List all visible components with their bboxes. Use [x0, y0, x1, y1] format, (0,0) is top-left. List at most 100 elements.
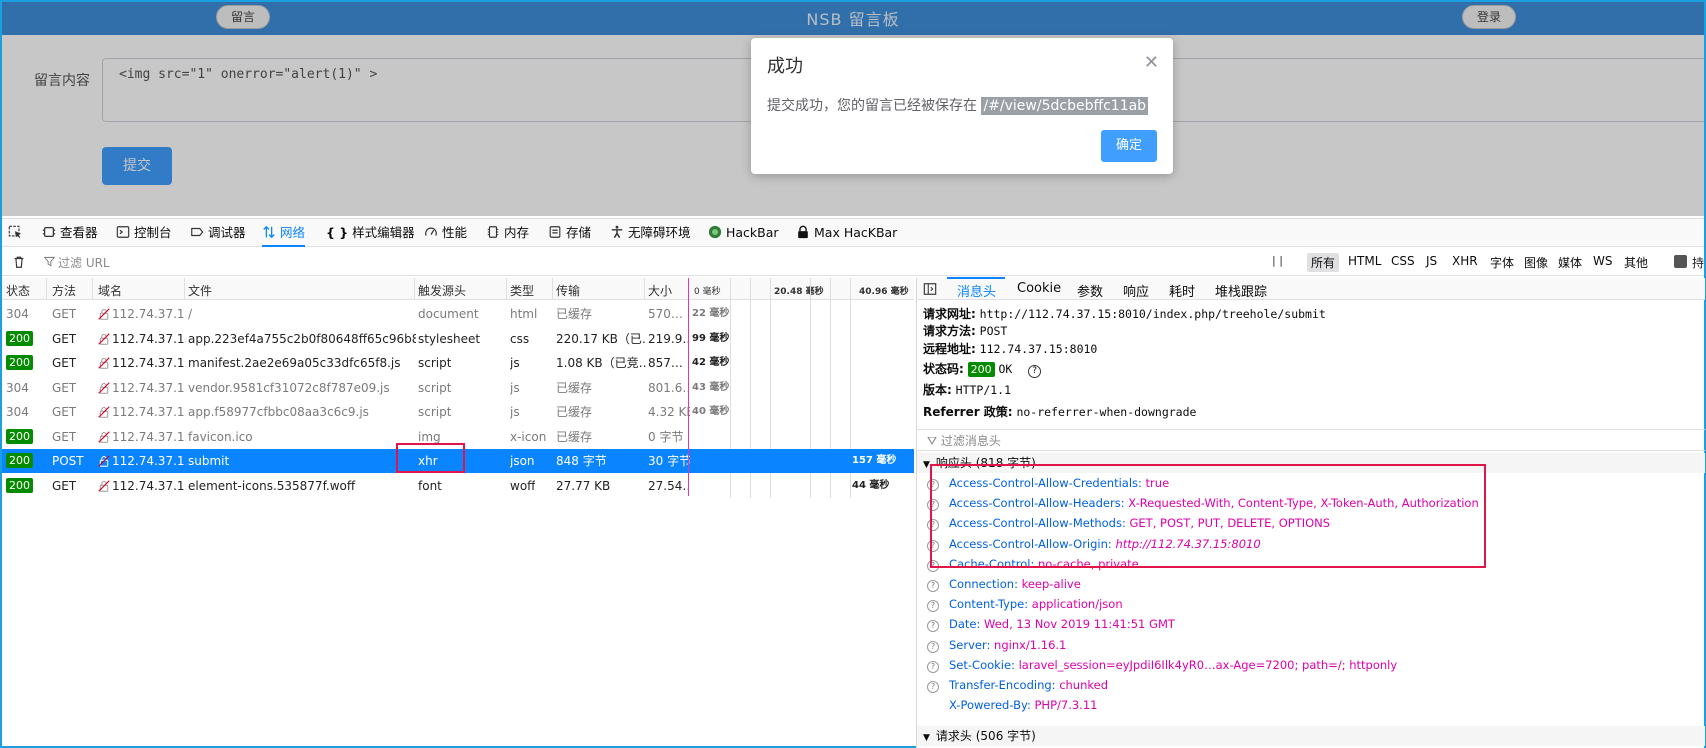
col-status[interactable]: 状态 — [6, 282, 30, 299]
tab-memory[interactable]: 内存 — [486, 219, 529, 247]
tab-performance[interactable]: 性能 — [424, 219, 467, 247]
tab-max-hackbar[interactable]: Max HacKBar — [796, 219, 897, 247]
help-icon[interactable]: ? — [927, 660, 939, 673]
request-cause: stylesheet — [418, 331, 481, 346]
pause-button[interactable]: | | — [1272, 254, 1283, 267]
status-code: 200 — [6, 355, 33, 370]
help-icon[interactable]: ? — [927, 681, 939, 693]
request-row[interactable]: 304 GET 112.74.37.1…app.f58977cfbbc08aa3c6… — [2, 400, 914, 424]
request-domain: 112.74.37.1… — [98, 351, 186, 375]
header-value: chunked — [1059, 678, 1109, 692]
col-size[interactable]: 大小 — [648, 282, 672, 299]
response-header-row[interactable]: X-Powered-By: PHP/7.3.11 — [927, 698, 1097, 712]
filter-html[interactable]: HTML — [1344, 253, 1385, 269]
filter-fonts[interactable]: 字体 — [1486, 253, 1518, 272]
tab-inspector[interactable]: 查看器 — [42, 219, 98, 247]
saved-link[interactable]: /#/view/5dcbebffc11ab — [981, 97, 1149, 115]
tab-debugger[interactable]: 调试器 — [190, 219, 246, 247]
response-header-row[interactable]: ? Date: Wed, 13 Nov 2019 11:41:51 GMT — [927, 617, 1175, 633]
response-header-row[interactable]: ? Content-Type: application/json — [927, 597, 1123, 613]
close-icon[interactable]: ✕ — [1144, 54, 1159, 72]
debugger-icon — [191, 227, 204, 237]
filter-media[interactable]: 媒体 — [1554, 253, 1586, 272]
headers-filter-input[interactable]: ⛛ 过滤消息头 — [917, 429, 1705, 451]
filter-xhr[interactable]: XHR — [1448, 253, 1482, 269]
request-size: 27.54… — [648, 478, 690, 493]
request-type: js — [510, 380, 520, 395]
persist-logs-checkbox[interactable] — [1674, 255, 1687, 268]
element-picker-icon[interactable] — [8, 219, 26, 247]
waterfall-tick-0: 0 毫秒 — [694, 287, 721, 297]
tab-response[interactable]: 响应 — [1123, 281, 1149, 300]
request-row[interactable]: 200 GET 112.74.37.1…app.223ef4a755c2b0f806… — [2, 327, 914, 351]
request-file: app.f58977cfbbc08aa3c6c9.js — [188, 405, 369, 419]
waterfall-dom-loaded-marker — [688, 278, 689, 496]
request-size: 570… — [648, 307, 683, 321]
help-icon[interactable]: ? — [927, 580, 939, 592]
trash-icon[interactable] — [12, 255, 26, 269]
status-code: 304 — [6, 380, 29, 395]
filter-images[interactable]: 图像 — [1520, 253, 1552, 272]
tab-storage[interactable]: 存储 — [548, 219, 591, 247]
tab-stack-trace[interactable]: 堆栈跟踪 — [1215, 281, 1267, 300]
header-key: Set-Cookie: — [949, 657, 1015, 672]
tab-hackbar[interactable]: HackBar — [708, 219, 779, 247]
waterfall-tick-2: 40.96 毫秒 — [859, 287, 909, 297]
filter-other[interactable]: 其他 — [1620, 253, 1652, 272]
col-transfer[interactable]: 传输 — [556, 282, 580, 299]
http-version: HTTP/1.1 — [955, 383, 1012, 397]
request-url[interactable]: http://112.74.37.15:8010/index.php/treeh… — [980, 307, 1326, 321]
response-header-row[interactable]: ? Transfer-Encoding: chunked — [927, 678, 1108, 693]
col-domain[interactable]: 域名 — [98, 282, 122, 299]
response-header-row[interactable]: ? Server: nginx/1.16.1 — [927, 638, 1066, 653]
tab-timings[interactable]: 耗时 — [1169, 281, 1195, 300]
filter-css[interactable]: CSS — [1387, 253, 1419, 269]
help-icon[interactable]: ? — [1028, 365, 1042, 378]
tab-network[interactable]: 网络 — [262, 219, 306, 247]
header-value: nginx/1.16.1 — [994, 637, 1067, 652]
request-transfer: 已缓存 — [556, 380, 593, 395]
request-method: POST — [52, 454, 84, 468]
insecure-lock-icon — [98, 308, 110, 320]
col-type[interactable]: 类型 — [510, 282, 534, 299]
tab-style-editor[interactable]: { } 样式编辑器 — [326, 219, 415, 247]
col-cause[interactable]: 触发源头 — [418, 282, 466, 299]
request-row[interactable]: 304 GET 112.74.37.1…vendor.9581cf31072c8f7… — [2, 376, 914, 400]
insecure-lock-icon — [98, 357, 110, 369]
request-timing: 157 毫秒 — [852, 455, 897, 466]
tab-headers[interactable]: 消息头 — [957, 281, 996, 300]
url-filter-input[interactable]: 过滤 URL — [58, 254, 110, 271]
request-row[interactable]: 304 GET 112.74.37.1…/ document html 已缓存 570… 22… — [2, 302, 914, 326]
request-file: / — [188, 307, 193, 321]
col-method[interactable]: 方法 — [52, 282, 76, 299]
confirm-button[interactable]: 确定 — [1101, 130, 1157, 162]
request-size: 4.32 KB — [648, 405, 690, 419]
help-icon[interactable]: ? — [927, 640, 939, 653]
request-domain: 112.74.37.1… — [98, 327, 186, 351]
request-method: GET — [52, 478, 77, 493]
toggle-panel-icon[interactable] — [923, 282, 937, 296]
tab-params[interactable]: 参数 — [1077, 281, 1103, 300]
tab-console[interactable]: 控制台 — [116, 219, 172, 247]
col-divider — [414, 278, 415, 300]
app-page: 留言 NSB 留言板 登录 留言内容 <img src="1" onerror=… — [2, 2, 1704, 216]
request-headers-section[interactable]: ▼ 请求头 (506 字节) — [917, 726, 1705, 746]
status-code: 200 — [6, 453, 33, 468]
help-icon[interactable]: ? — [927, 600, 939, 613]
help-icon[interactable]: ? — [927, 620, 939, 633]
response-header-row[interactable]: ? Connection: keep-alive — [927, 577, 1081, 592]
tab-accessibility[interactable]: 无障碍环境 — [610, 219, 691, 247]
col-file[interactable]: 文件 — [188, 282, 212, 299]
request-row[interactable]: 200 GET 112.74.37.1…manifest.2ae2e69a05c33… — [2, 351, 914, 375]
status-badge: 200 — [967, 362, 995, 377]
col-divider — [644, 278, 645, 300]
filter-ws[interactable]: WS — [1589, 253, 1616, 269]
response-header-row[interactable]: ? Set-Cookie: laravel_session=eyJpdiI6Ilk… — [927, 658, 1397, 673]
header-key: Transfer-Encoding: — [949, 678, 1056, 692]
request-transfer: 1.08 KB（已竞… — [556, 356, 646, 370]
header-value: PHP/7.3.11 — [1034, 698, 1098, 713]
request-row[interactable]: 200 GET 112.74.37.1…element-icons.535877f.… — [2, 474, 914, 498]
filter-js[interactable]: JS — [1422, 253, 1441, 269]
tab-cookie[interactable]: Cookie — [1017, 281, 1061, 296]
filter-all[interactable]: 所有 — [1307, 253, 1340, 272]
